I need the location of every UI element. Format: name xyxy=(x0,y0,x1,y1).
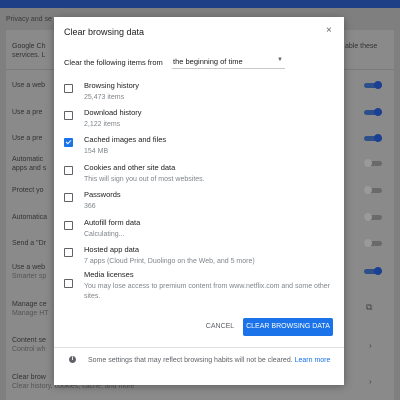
checkbox-cached-images[interactable] xyxy=(64,138,73,147)
item-detail: Calculating... xyxy=(84,231,125,238)
cancel-button[interactable]: CANCEL xyxy=(201,319,239,335)
time-range-select[interactable]: the beginning of time ▼ xyxy=(172,54,285,69)
time-range-label: Clear the following items from xyxy=(64,58,163,67)
settings-row[interactable]: Use a pre xyxy=(12,108,42,117)
clear-browsing-data-button[interactable]: CLEAR BROWSING DATA xyxy=(243,318,333,336)
chevron-right-icon[interactable]: › xyxy=(369,341,372,350)
item-label: Autofill form data xyxy=(84,218,141,227)
item-detail: 25,473 items xyxy=(84,94,125,101)
settings-row[interactable]: Automatica xyxy=(12,213,47,222)
dropdown-caret-icon: ▼ xyxy=(277,57,283,63)
item-detail: 154 MB xyxy=(84,148,109,155)
checkbox-autofill[interactable] xyxy=(64,221,73,230)
settings-toggle[interactable] xyxy=(364,108,382,116)
settings-row[interactable]: Use a web xyxy=(12,81,45,90)
settings-row[interactable]: Protect yo xyxy=(12,186,44,195)
item-detail: This will sign you out of most websites. xyxy=(84,176,205,183)
dialog-title: Clear browsing data xyxy=(64,27,145,37)
footer-text: Some settings that may reflect browsing … xyxy=(88,357,293,364)
checkbox-hosted-app-data[interactable] xyxy=(64,248,73,257)
privacy-section-heading: Privacy and se xyxy=(6,16,52,23)
settings-toggle[interactable] xyxy=(364,239,382,247)
chevron-right-icon[interactable]: › xyxy=(369,377,372,386)
item-detail: 2,122 items xyxy=(84,121,121,128)
item-detail: You may lose access to premium content f… xyxy=(84,283,331,300)
info-icon: i xyxy=(69,356,76,363)
settings-row-text-tail: able these xyxy=(345,43,378,50)
settings-toggle[interactable] xyxy=(364,186,382,194)
settings-toggle[interactable] xyxy=(364,134,382,142)
clear-browsing-data-dialog: Clear browsing data × Clear the followin… xyxy=(54,17,344,385)
settings-row[interactable]: Send a "Dr xyxy=(12,239,46,248)
settings-toggle[interactable] xyxy=(364,267,382,275)
checkbox-download-history[interactable] xyxy=(64,111,73,120)
item-label: Hosted app data xyxy=(84,245,140,254)
dialog-footer: i Some settings that may reflect browsin… xyxy=(54,347,344,385)
settings-row[interactable]: Use a pre xyxy=(12,134,42,143)
item-label: Media licenses xyxy=(84,270,134,279)
item-label: Passwords xyxy=(84,190,121,199)
close-icon[interactable]: × xyxy=(326,25,332,36)
settings-row[interactable]: Content se Control wh xyxy=(12,336,46,354)
settings-row[interactable]: Automatic apps and s xyxy=(12,155,46,173)
checkbox-browsing-history[interactable] xyxy=(64,84,73,93)
settings-row[interactable]: Use a web Smarter sp xyxy=(12,263,46,281)
settings-toggle[interactable] xyxy=(364,81,382,89)
settings-toggle[interactable] xyxy=(364,159,382,167)
checkbox-media-licenses[interactable] xyxy=(64,279,73,288)
item-detail: 366 xyxy=(84,203,96,210)
learn-more-link[interactable]: Learn more xyxy=(295,357,331,364)
settings-toggle[interactable] xyxy=(364,213,382,221)
checkbox-cookies[interactable] xyxy=(64,166,73,175)
item-label: Browsing history xyxy=(84,81,140,90)
settings-row: Google Ch services. L xyxy=(12,43,46,59)
item-detail: 7 apps (Cloud Print, Duolingo on the Web… xyxy=(84,258,255,265)
checkbox-passwords[interactable] xyxy=(64,193,73,202)
footer-note: Some settings that may reflect browsing … xyxy=(88,355,336,366)
settings-top-bar xyxy=(0,0,400,8)
settings-row[interactable]: Manage ce Manage HT xyxy=(12,300,49,318)
open-external-icon[interactable]: ⧉ xyxy=(366,302,372,313)
item-label: Cached images and files xyxy=(84,135,167,144)
item-label: Download history xyxy=(84,108,142,117)
item-label: Cookies and other site data xyxy=(84,163,176,172)
time-range-value: the beginning of time xyxy=(173,57,243,66)
